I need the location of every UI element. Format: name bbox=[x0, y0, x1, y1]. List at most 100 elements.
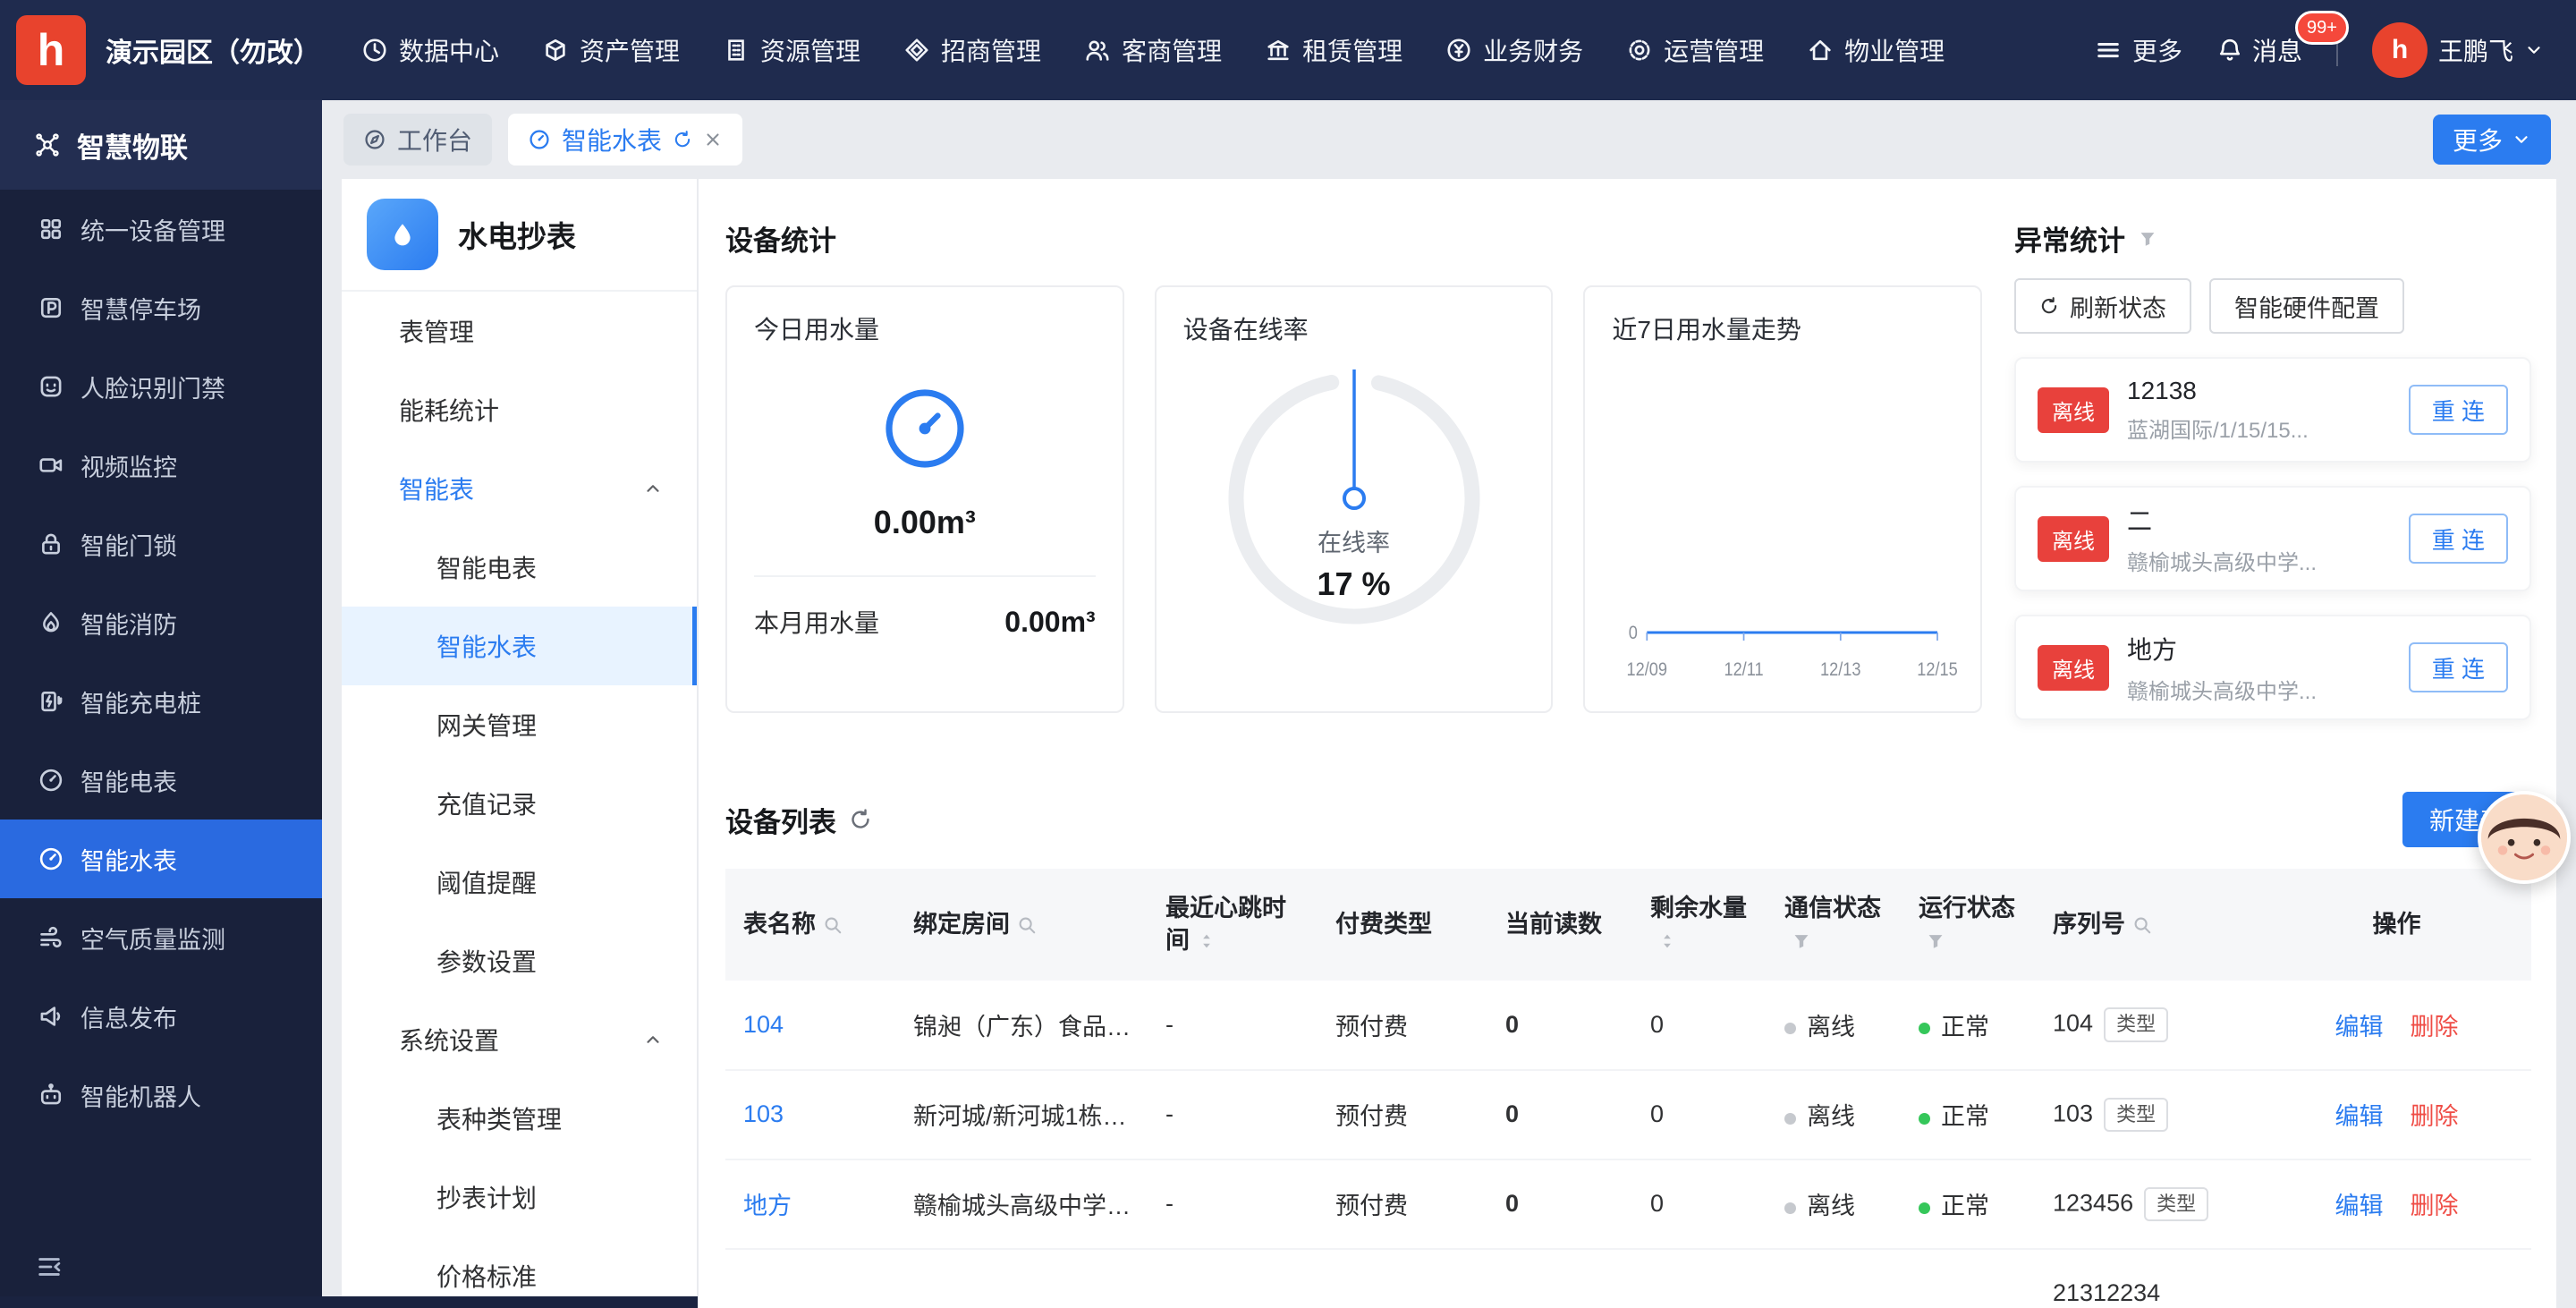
month-usage-value: 0.00m³ bbox=[1004, 606, 1095, 639]
subnav-reading-plan[interactable]: 抄表计划 bbox=[342, 1158, 697, 1236]
table-row[interactable]: 103 新河城/新河城1栋3... - 预付费 0 0 离线 正常 103类型 … bbox=[725, 1070, 2531, 1159]
tab-workbench[interactable]: 工作台 bbox=[343, 114, 492, 166]
subnav-gateway-management[interactable]: 网关管理 bbox=[342, 685, 697, 764]
parking-icon bbox=[38, 294, 64, 321]
sidebar-title[interactable]: 智慧物联 bbox=[0, 100, 322, 190]
col-meter-name[interactable]: 表名称 bbox=[725, 869, 895, 981]
clock-icon bbox=[361, 37, 388, 64]
topbar-right: 更多 消息 99+ h 王鹏飞 bbox=[2095, 22, 2544, 78]
room-cell: 新河城/新河城1栋3... bbox=[895, 1070, 1148, 1159]
messages-button[interactable]: 消息 99+ bbox=[2216, 32, 2302, 68]
col-last-heartbeat[interactable]: 最近心跳时间 bbox=[1148, 869, 1318, 981]
nav-item-data-center[interactable]: 数据中心 bbox=[361, 32, 499, 68]
edit-link[interactable]: 编辑 bbox=[2335, 1193, 2384, 1219]
nav-label: 招商管理 bbox=[941, 32, 1041, 68]
search-icon[interactable] bbox=[823, 915, 843, 935]
app-logo[interactable]: h bbox=[16, 15, 86, 85]
edit-link[interactable]: 编辑 bbox=[2335, 1103, 2384, 1130]
col-run-status[interactable]: 运行状态 bbox=[1901, 869, 2035, 981]
col-serial[interactable]: 序列号 bbox=[2035, 869, 2258, 981]
col-comm-status[interactable]: 通信状态 bbox=[1767, 869, 1901, 981]
subnav-recharge-records[interactable]: 充值记录 bbox=[342, 764, 697, 843]
sidebar-item-robot[interactable]: 智能机器人 bbox=[0, 1056, 322, 1134]
table-row[interactable]: 104 锦昶（广东）食品科... - 预付费 0 0 离线 正常 104类型 编… bbox=[725, 981, 2531, 1070]
gear-icon bbox=[1626, 37, 1653, 64]
offline-badge: 离线 bbox=[2038, 516, 2109, 562]
nav-item-resource[interactable]: 资源管理 bbox=[723, 32, 860, 68]
nav-item-investment[interactable]: 招商管理 bbox=[903, 32, 1041, 68]
delete-link[interactable]: 删除 bbox=[2411, 1103, 2459, 1130]
nav-item-finance[interactable]: 业务财务 bbox=[1445, 32, 1583, 68]
megaphone-icon bbox=[38, 1003, 64, 1030]
subnav-label: 表种类管理 bbox=[436, 1100, 562, 1136]
reconnect-button[interactable]: 重 连 bbox=[2409, 514, 2508, 564]
subnav-group-system-settings[interactable]: 系统设置 bbox=[342, 1000, 697, 1079]
tabs-more-button[interactable]: 更多 bbox=[2433, 115, 2551, 165]
usage-trend-chart: 0 12/09 12/11 12/13 bbox=[1608, 563, 1957, 697]
svg-text:12/09: 12/09 bbox=[1627, 659, 1667, 681]
meter-name-link[interactable]: 104 bbox=[743, 1011, 784, 1038]
serial-number: 123456 bbox=[2053, 1189, 2133, 1216]
search-icon[interactable] bbox=[1017, 915, 1037, 935]
subnav-smart-water-meter[interactable]: 智能水表 bbox=[342, 607, 697, 685]
subnav-label: 网关管理 bbox=[436, 707, 537, 743]
sidebar-item-video-monitor[interactable]: 视频监控 bbox=[0, 426, 322, 505]
col-remaining-water[interactable]: 剩余水量 bbox=[1632, 869, 1767, 981]
tab-smart-water-meter[interactable]: 智能水表 bbox=[508, 114, 742, 166]
workbench-icon bbox=[363, 128, 386, 151]
sidebar-item-charging-pile[interactable]: 智能充电桩 bbox=[0, 662, 322, 741]
sidebar-item-air-quality[interactable]: 空气质量监测 bbox=[0, 898, 322, 977]
sidebar-item-smart-lock[interactable]: 智能门锁 bbox=[0, 505, 322, 583]
col-label: 剩余水量 bbox=[1650, 895, 1747, 922]
subnav-parameter-settings[interactable]: 参数设置 bbox=[342, 922, 697, 1000]
table-row[interactable]: 21312234 bbox=[725, 1249, 2531, 1308]
subnav-group-smart-meter[interactable]: 智能表 bbox=[342, 449, 697, 528]
filter-icon[interactable] bbox=[1792, 931, 1811, 951]
nav-more-button[interactable]: 更多 bbox=[2095, 32, 2182, 68]
table-row[interactable]: 地方 赣榆城头高级中学/福... - 预付费 0 0 离线 正常 123456类… bbox=[725, 1159, 2531, 1249]
edit-link[interactable]: 编辑 bbox=[2335, 1014, 2384, 1040]
subnav-meter-type-management[interactable]: 表种类管理 bbox=[342, 1079, 697, 1158]
subnav-energy-statistics[interactable]: 能耗统计 bbox=[342, 370, 697, 449]
sidebar-item-device-management[interactable]: 统一设备管理 bbox=[0, 190, 322, 268]
meter-name-link[interactable]: 地方 bbox=[743, 1193, 792, 1219]
subnav-label: 抄表计划 bbox=[436, 1179, 537, 1215]
collapse-sidebar-button[interactable] bbox=[36, 1253, 63, 1285]
delete-link[interactable]: 删除 bbox=[2411, 1193, 2459, 1219]
reconnect-button[interactable]: 重 连 bbox=[2409, 642, 2508, 692]
nav-item-lease[interactable]: 租赁管理 bbox=[1265, 32, 1402, 68]
subnav-smart-electric-meter[interactable]: 智能电表 bbox=[342, 528, 697, 607]
nav-item-property[interactable]: 物业管理 bbox=[1807, 32, 1945, 68]
sort-icon[interactable] bbox=[1657, 931, 1677, 951]
sort-icon[interactable] bbox=[1197, 931, 1216, 951]
search-icon[interactable] bbox=[2132, 915, 2152, 935]
subnav-meter-management[interactable]: 表管理 bbox=[342, 292, 697, 370]
user-menu[interactable]: h 王鹏飞 bbox=[2372, 22, 2544, 78]
sidebar-item-info-publish[interactable]: 信息发布 bbox=[0, 977, 322, 1056]
assistant-avatar[interactable] bbox=[2478, 791, 2571, 884]
filter-icon[interactable] bbox=[2138, 229, 2157, 249]
sidebar-item-label: 空气质量监测 bbox=[80, 921, 225, 956]
sidebar-item-electric-meter[interactable]: 智能电表 bbox=[0, 741, 322, 820]
sidebar-item-smart-parking[interactable]: 智慧停车场 bbox=[0, 268, 322, 347]
reconnect-button[interactable]: 重 连 bbox=[2409, 385, 2508, 435]
filter-icon[interactable] bbox=[1926, 931, 1945, 951]
refresh-list-icon[interactable] bbox=[849, 808, 872, 831]
more-label: 更多 bbox=[2132, 32, 2182, 68]
sidebar-item-face-access[interactable]: 人脸识别门禁 bbox=[0, 347, 322, 426]
subnav-threshold-alerts[interactable]: 阈值提醒 bbox=[342, 843, 697, 922]
meter-name-link[interactable]: 103 bbox=[743, 1100, 784, 1127]
refresh-status-button[interactable]: 刷新状态 bbox=[2014, 278, 2191, 334]
delete-link[interactable]: 删除 bbox=[2411, 1014, 2459, 1040]
col-bound-room[interactable]: 绑定房间 bbox=[895, 869, 1148, 981]
sidebar: 智慧物联 统一设备管理 智慧停车场 人脸识别门禁 视频监控 智能门锁 智能消防 … bbox=[0, 100, 322, 1308]
sidebar-item-water-meter[interactable]: 智能水表 bbox=[0, 820, 322, 898]
close-tab-icon[interactable] bbox=[703, 130, 723, 149]
nav-item-asset[interactable]: 资产管理 bbox=[542, 32, 680, 68]
refresh-tab-icon[interactable] bbox=[673, 130, 692, 149]
sidebar-item-fire-safety[interactable]: 智能消防 bbox=[0, 583, 322, 662]
nav-item-merchant[interactable]: 客商管理 bbox=[1084, 32, 1222, 68]
hardware-config-button[interactable]: 智能硬件配置 bbox=[2209, 278, 2404, 334]
park-name[interactable]: 演示园区（勿改） bbox=[106, 30, 320, 70]
nav-item-operation[interactable]: 运营管理 bbox=[1626, 32, 1764, 68]
